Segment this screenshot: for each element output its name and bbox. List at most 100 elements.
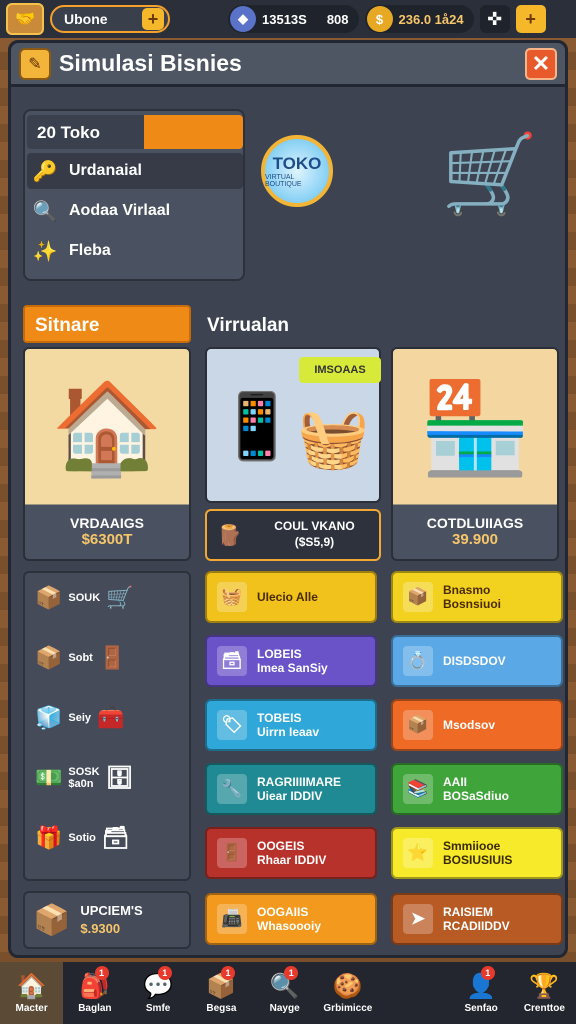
- resource-2-value: 808: [326, 11, 349, 27]
- box-icon: 📦: [403, 710, 433, 740]
- button-label: Smmiiooe: [443, 838, 501, 853]
- button-sublabel: Whasoooiy: [257, 919, 322, 933]
- card-badge: IMSOAAS: [299, 357, 381, 383]
- scanner-icon: 📠: [217, 904, 247, 934]
- gold-counter[interactable]: $ 236.0 1å24: [364, 5, 474, 33]
- business-panel: ✎ Simulasi Bisnies ✕ 20 Toko 🔑 Urdanaial…: [8, 40, 568, 958]
- list-item-label: Sobt: [68, 652, 93, 664]
- nav-item[interactable]: 🍪 Grbimicce: [316, 962, 379, 1024]
- key-icon: 🔑: [32, 160, 58, 183]
- action-button[interactable]: 📠 OOGAIIS Whasoooiy: [205, 893, 377, 945]
- list-item-label: Sotio: [68, 832, 96, 844]
- card-price-button[interactable]: 🪵 COUL VKANO ($S5,9): [205, 509, 381, 561]
- action-button[interactable]: 📦 Bnasmo Bosnsiuoi: [391, 571, 563, 623]
- action-button[interactable]: ➤ RAISIEM RCADIIDDV: [391, 893, 563, 945]
- stat-row[interactable]: 🔍 Aodaa Virlaal: [27, 193, 243, 229]
- nav-item[interactable]: 💬 Smfe 1: [127, 962, 190, 1024]
- action-button[interactable]: 💍 DISDSDOV: [391, 635, 563, 687]
- tool-icon: 🔧: [217, 774, 247, 804]
- box-icon: 📦: [33, 903, 71, 937]
- nav-item[interactable]: 🔍 Nayge 1: [253, 962, 316, 1024]
- list-item-label: SOSK $a0n: [68, 766, 100, 790]
- player-name-pill[interactable]: Ubone +: [50, 5, 170, 33]
- button-label: OOGEIS: [257, 838, 305, 853]
- card-warehouse[interactable]: 🏠 VRDAAIGS $6300T: [23, 347, 191, 561]
- upgrade-title: UPCIEM'S: [80, 902, 143, 918]
- crate-icon: 🗃: [101, 825, 130, 850]
- arrow-icon: ➤: [403, 904, 433, 934]
- stat-row[interactable]: ✨ Fleba: [27, 233, 243, 269]
- action-button[interactable]: 📚 AAII BOSaSdiuo: [391, 763, 563, 815]
- action-button[interactable]: 🔧 RAGRIIIIMARE Uiear IDDIV: [205, 763, 377, 815]
- list-item[interactable]: 🧊 Seiy 🧰: [35, 705, 124, 731]
- action-button[interactable]: ⭐ Smmiiooe BOSIUSIUIS: [391, 827, 563, 879]
- button-label: RAISIEM: [443, 904, 494, 919]
- button-label: UIecio Alle: [257, 589, 318, 604]
- notification-badge: 1: [94, 966, 109, 980]
- bottom-nav: 🏠 Macter 🎒 Baglan 1 💬 Smfe 1 📦 Begsa 1 🔍 Nayge 1 🍪 Grbi…: [0, 962, 576, 1024]
- crate-icon: 🗃: [217, 646, 247, 676]
- nav-item[interactable]: 📦 Begsa 1: [190, 962, 253, 1024]
- list-item[interactable]: 💵 SOSK $a0n 🗄: [35, 765, 134, 791]
- toko-badge[interactable]: TOKO VIRTUAL BOUTIQUE: [261, 135, 333, 207]
- button-sublabel: Bosnsiuoi: [443, 597, 502, 611]
- gold-coin-icon: $: [366, 6, 393, 32]
- shop-icon: 🏪: [418, 378, 532, 479]
- button-label: Bnasmo: [443, 582, 491, 597]
- nav-label: Nayge: [269, 1003, 300, 1014]
- warehouse-icon: 🏠: [50, 378, 164, 479]
- progress-fill: [143, 115, 243, 149]
- add-button[interactable]: +: [142, 8, 164, 30]
- button-label: TOBEIS: [257, 710, 302, 725]
- list-item[interactable]: 🎁 Sotio 🗃: [35, 825, 130, 851]
- nav-label: Senfao: [464, 1003, 498, 1014]
- action-button[interactable]: 🏷 TOBEIS Uirrn Ieaav: [205, 699, 377, 751]
- upgrades-button[interactable]: 📦 UPCIEM'S $.9300: [23, 891, 191, 949]
- resource-counter[interactable]: ◆ 13513S 808: [228, 5, 359, 33]
- close-button[interactable]: ✕: [525, 47, 557, 80]
- stat-label: Aodaa Virlaal: [69, 202, 171, 219]
- gold-value: 236.0 1å24: [398, 11, 464, 27]
- nav-item[interactable]: 👤 Senfao 1: [450, 962, 513, 1024]
- button-sublabel: BOSaSdiuo: [443, 789, 510, 803]
- action-button[interactable]: 🚪 OOGEIS Rhaar IDDIV: [205, 827, 377, 879]
- nav-item[interactable]: 🏆 Crenttoe: [513, 962, 576, 1024]
- box-icon: 📦: [403, 582, 433, 612]
- section-title: Virrualan: [207, 315, 290, 336]
- door-icon: 🚪: [217, 838, 247, 868]
- nav-label: Begsa: [206, 1003, 237, 1014]
- tablet-icon: 📱: [217, 390, 297, 462]
- box-icon: 📦: [35, 645, 63, 670]
- tab-sitnare[interactable]: Sitnare: [23, 305, 191, 343]
- magnifier-icon: 🔍: [32, 200, 58, 223]
- basket-icon: 🧺: [217, 582, 247, 612]
- action-button[interactable]: 📦 Msodsov: [391, 699, 563, 751]
- package-icon: 💵: [35, 765, 63, 790]
- action-button[interactable]: 🗃 LOBEIS Imea SanSiy: [205, 635, 377, 687]
- gamepad-icon[interactable]: ✜: [479, 5, 510, 33]
- item-list: 📦 SOUK 🛒 📦 Sobt 🚪 🧊 Seiy 🧰 💵 SOSK $a0n 🗄…: [23, 571, 191, 881]
- nav-item[interactable]: 🎒 Baglan 1: [63, 962, 126, 1024]
- nav-label: Grbimicce: [323, 1003, 373, 1014]
- list-item[interactable]: 📦 Sobt 🚪: [35, 645, 126, 671]
- nav-label: Macter: [15, 1003, 48, 1014]
- card-price: $6300T: [81, 531, 133, 548]
- notification-badge: 1: [480, 966, 495, 980]
- list-item-label: SOUK: [68, 592, 101, 604]
- tag-icon: 🏷: [217, 710, 247, 740]
- resource-1-value: 13513S: [262, 11, 307, 27]
- add-gold-button[interactable]: +: [515, 5, 546, 33]
- toko-progress: 20 Toko: [27, 115, 243, 149]
- handshake-icon[interactable]: 🤝: [6, 3, 44, 35]
- action-button[interactable]: 🧺 UIecio Alle: [205, 571, 377, 623]
- panel-header: ✎ Simulasi Bisnies ✕: [11, 43, 565, 87]
- card-name: COUL VKANO: [274, 519, 355, 534]
- trophy-icon: 🏆: [529, 973, 560, 1000]
- card-price: ($S5,9): [294, 535, 335, 549]
- stack-icon: 📚: [403, 774, 433, 804]
- nav-item[interactable]: 🏠 Macter: [0, 962, 64, 1024]
- stat-label: Urdanaial: [69, 162, 142, 179]
- stat-row[interactable]: 🔑 Urdanaial: [27, 153, 243, 189]
- list-item[interactable]: 📦 SOUK 🛒: [35, 585, 134, 611]
- card-shop[interactable]: 🏪 COTDLUIIAGS 39.900: [391, 347, 559, 561]
